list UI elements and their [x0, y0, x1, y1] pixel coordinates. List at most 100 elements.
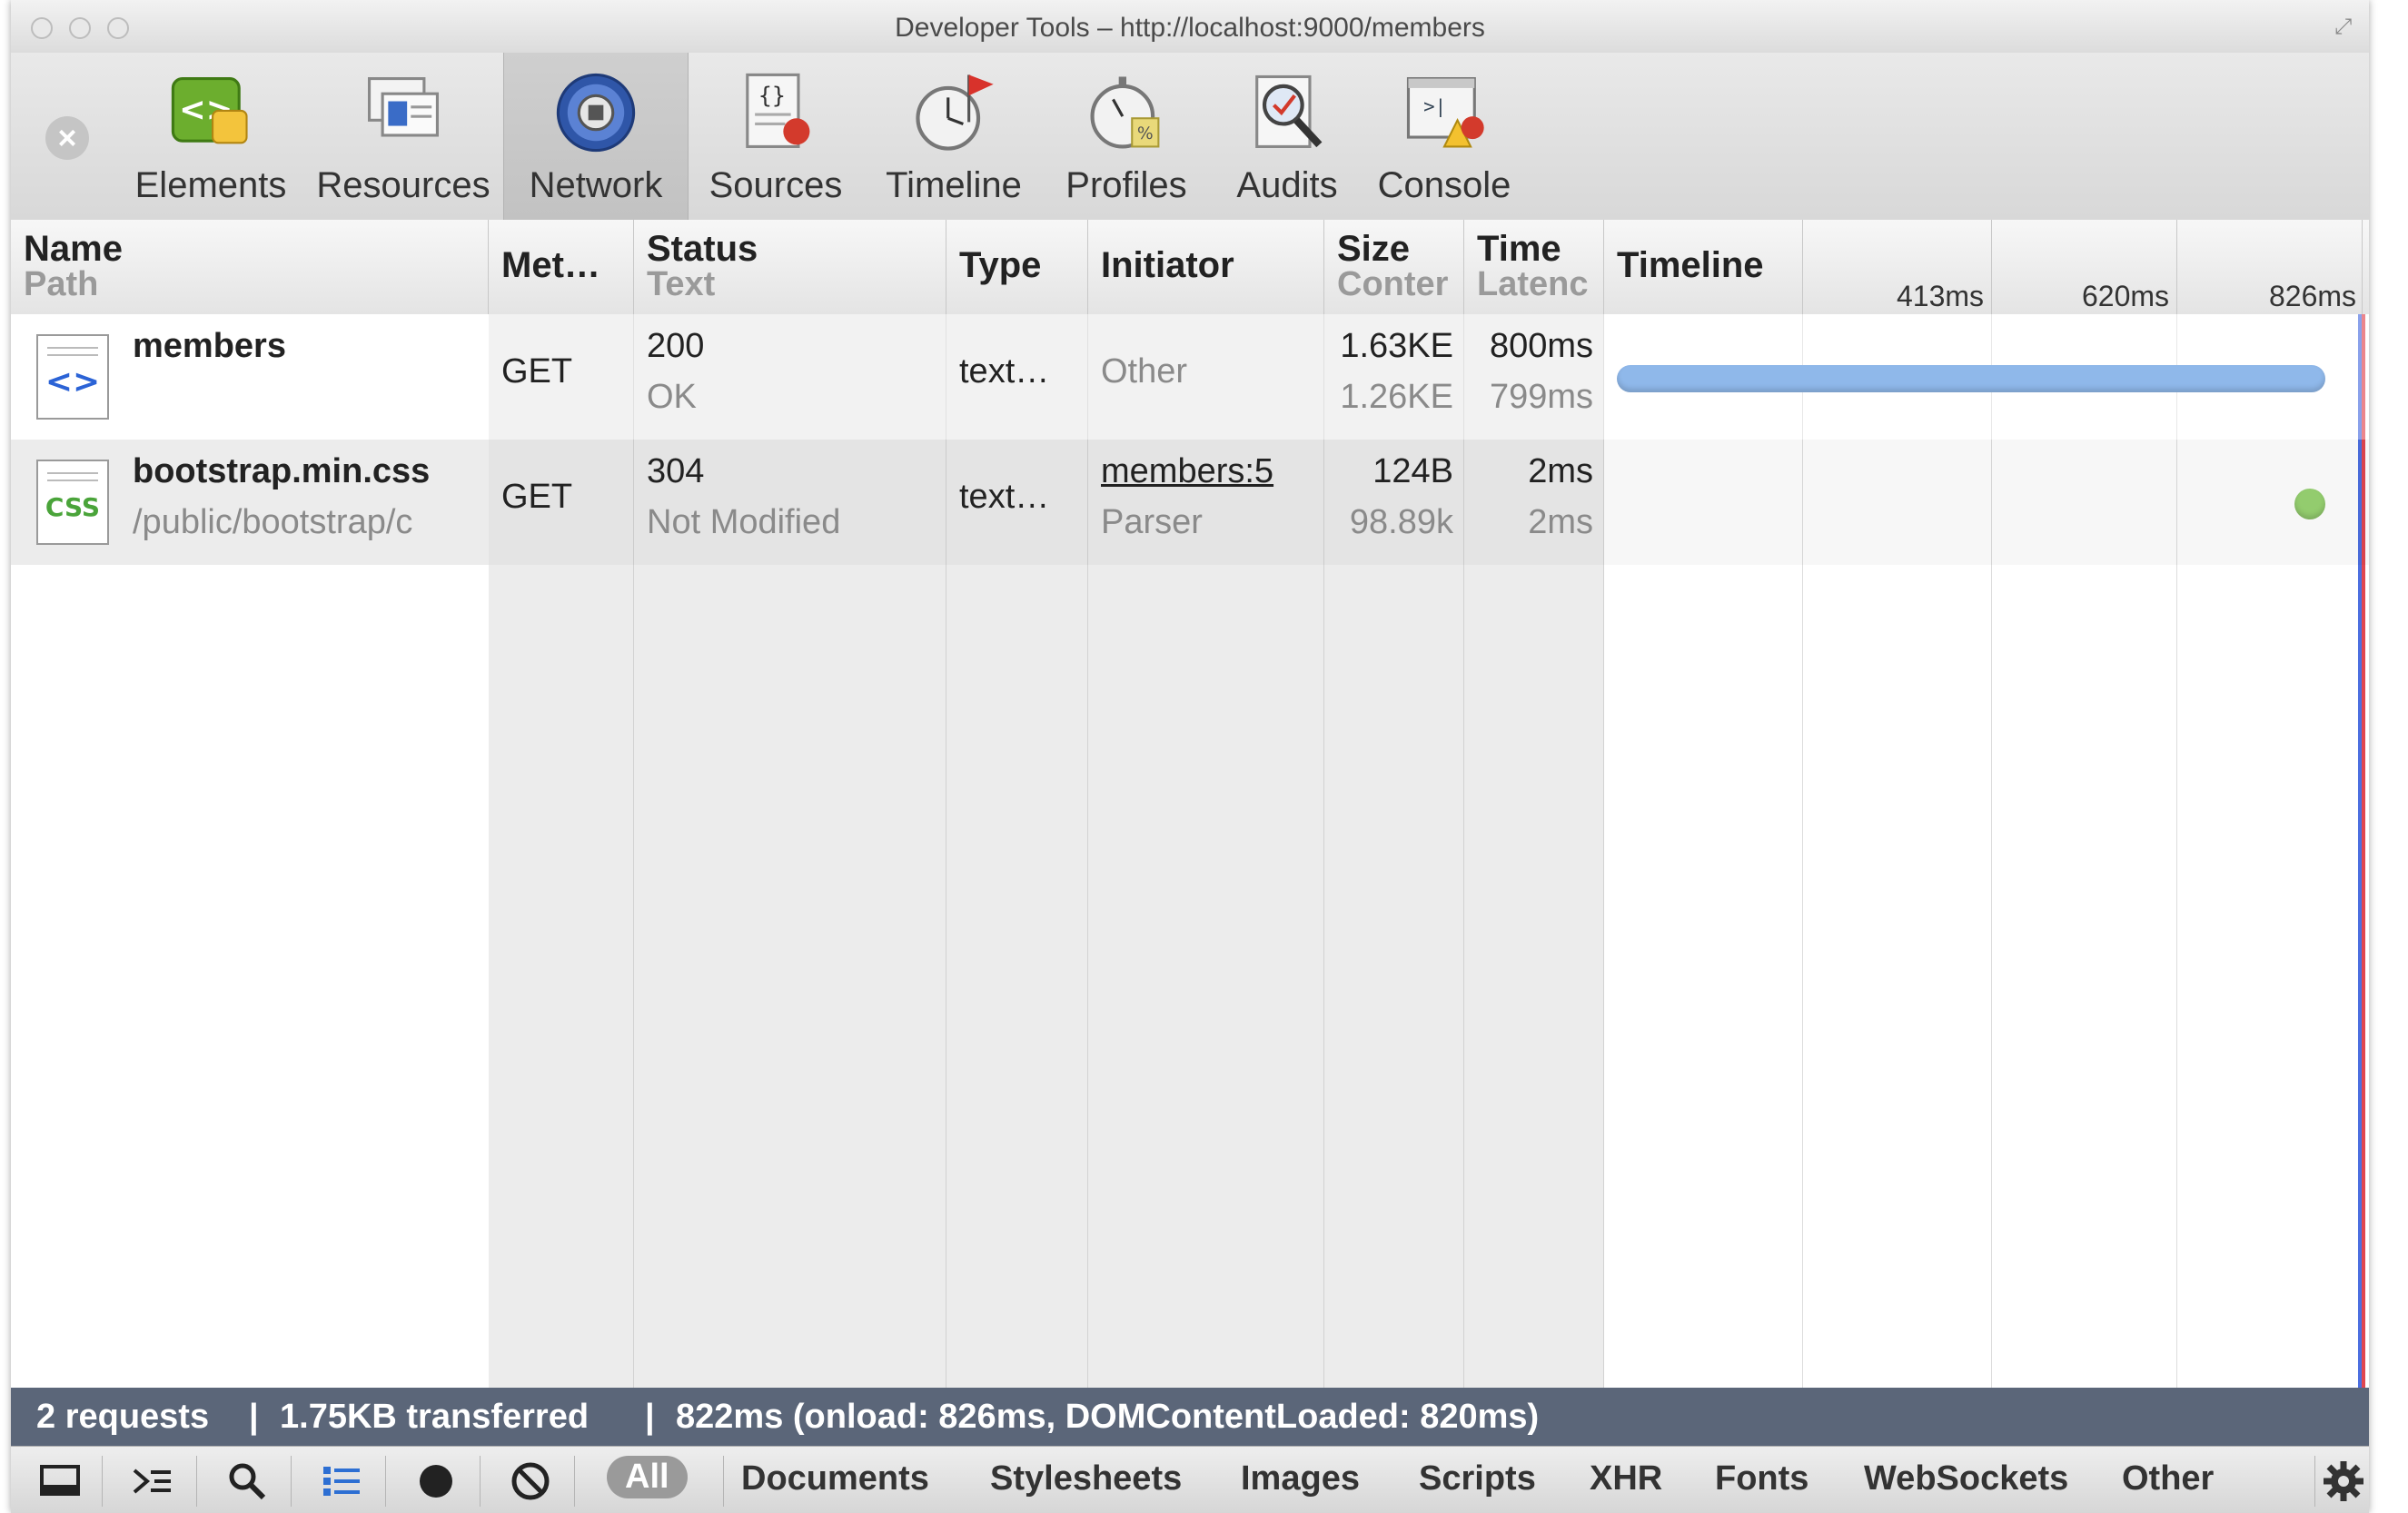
timeline-divider: [2362, 220, 2363, 314]
filter-documents[interactable]: Documents: [741, 1459, 929, 1498]
tab-audits[interactable]: Audits: [1210, 53, 1364, 220]
header-label: Timeline: [1617, 245, 1764, 285]
size-cell: 124B 98.89k: [1324, 440, 1464, 565]
initiator-type: Parser: [1101, 503, 1203, 541]
name-cell: <> members: [11, 314, 489, 440]
initiator-cell: Other: [1088, 314, 1324, 440]
column-header-initiator[interactable]: Initiator: [1088, 220, 1324, 314]
status-cell: 304 Not Modified: [634, 440, 946, 565]
table-row[interactable]: CSS bootstrap.min.css /public/bootstrap/…: [11, 440, 2369, 565]
status-code: 304: [647, 452, 705, 490]
css-file-icon: CSS: [36, 460, 109, 545]
clear-icon[interactable]: [507, 1458, 554, 1505]
timeline-bar[interactable]: [1617, 365, 2325, 392]
filter-other[interactable]: Other: [2122, 1459, 2214, 1498]
close-devtools-button[interactable]: ×: [45, 116, 89, 160]
tab-network[interactable]: Network: [503, 53, 689, 220]
filter-fonts[interactable]: Fonts: [1715, 1459, 1808, 1498]
network-icon: [556, 73, 636, 153]
filter-websockets[interactable]: WebSockets: [1864, 1459, 2068, 1498]
sources-icon: {}: [746, 73, 810, 148]
method-cell: GET: [489, 314, 634, 440]
large-rows-icon[interactable]: [318, 1458, 365, 1505]
tab-resources[interactable]: Resources: [303, 53, 503, 220]
initiator-cell: members:5 Parser: [1088, 440, 1324, 565]
timeline-cell: [1604, 314, 2369, 440]
tab-elements[interactable]: <> Elements: [118, 53, 303, 220]
tab-timeline[interactable]: Timeline: [865, 53, 1043, 220]
timeline-divider: [1802, 220, 1803, 314]
summary-separator: |: [645, 1398, 655, 1436]
type-cell: text…: [946, 314, 1088, 440]
svg-text:>|: >|: [1423, 95, 1446, 118]
column-header-timeline[interactable]: Timeline 413ms 620ms 826ms: [1604, 220, 2369, 314]
status-cell: 200 OK: [634, 314, 946, 440]
tab-console[interactable]: >| Console: [1364, 53, 1524, 220]
toolbar-separator: [2314, 1456, 2315, 1507]
request-time: 800ms: [1489, 327, 1593, 365]
console-drawer-icon[interactable]: [129, 1458, 176, 1505]
svg-text:{}: {}: [758, 83, 786, 109]
toolbar-separator: [480, 1456, 481, 1507]
toolbar-separator: [723, 1456, 724, 1507]
audits-icon: [1255, 74, 1323, 148]
header-label: Status: [647, 229, 758, 269]
size-cell: 1.63KE 1.26KE: [1324, 314, 1464, 440]
header-sublabel: Path: [24, 265, 99, 303]
filter-xhr[interactable]: XHR: [1590, 1459, 1662, 1498]
header-label: Time: [1477, 229, 1561, 269]
status-text: OK: [647, 378, 697, 416]
tab-label: Network: [529, 165, 663, 205]
request-path: /public/bootstrap/c: [133, 503, 413, 541]
request-latency: 799ms: [1489, 378, 1593, 416]
timeline-cell: [1604, 440, 2369, 565]
column-header-method[interactable]: Met…: [489, 220, 634, 314]
status-code: 200: [647, 327, 705, 365]
dock-icon[interactable]: [36, 1458, 84, 1505]
column-header-name[interactable]: Name Path: [11, 220, 489, 314]
tab-label: Console: [1377, 165, 1511, 205]
header-label: Name: [24, 229, 123, 269]
request-method: GET: [501, 352, 573, 391]
bottom-toolbar: All Documents Stylesheets Images Scripts…: [11, 1446, 2369, 1513]
tab-label: Profiles: [1065, 165, 1187, 205]
column-header-size[interactable]: Size Conter: [1324, 220, 1464, 314]
search-icon[interactable]: [223, 1458, 271, 1505]
filter-all[interactable]: All: [607, 1456, 688, 1498]
panel-toolbar: × <> Elements Resources Network {} Sourc…: [11, 53, 2369, 222]
column-header-status[interactable]: Status Text: [634, 220, 946, 314]
column-header-time[interactable]: Time Latenc: [1464, 220, 1604, 314]
elements-icon: <>: [171, 77, 248, 144]
column-header-type[interactable]: Type: [946, 220, 1088, 314]
fullscreen-icon[interactable]: ⤢: [2334, 15, 2358, 39]
request-size: 124B: [1372, 452, 1453, 490]
timeline-tick: 413ms: [1897, 280, 1985, 312]
filter-images[interactable]: Images: [1241, 1459, 1360, 1498]
toolbar-separator: [196, 1456, 197, 1507]
tab-profiles[interactable]: % Profiles: [1043, 53, 1210, 220]
toolbar-separator: [574, 1456, 575, 1507]
filter-stylesheets[interactable]: Stylesheets: [990, 1459, 1182, 1498]
svg-text:%: %: [1137, 124, 1154, 143]
settings-icon[interactable]: [2320, 1458, 2367, 1505]
record-icon[interactable]: [412, 1458, 460, 1505]
status-text: Not Modified: [647, 503, 841, 541]
header-label: Met…: [501, 245, 600, 285]
tab-label: Timeline: [886, 165, 1022, 205]
header-sublabel: Conter: [1337, 265, 1449, 303]
filter-scripts[interactable]: Scripts: [1419, 1459, 1536, 1498]
timeline-icon: [916, 74, 994, 151]
toolbar-separator: [291, 1456, 292, 1507]
load-timing: 822ms (onload: 826ms, DOMContentLoaded: …: [676, 1398, 1540, 1436]
timeline-bar[interactable]: [2294, 489, 2325, 519]
request-name[interactable]: members: [133, 327, 286, 366]
timeline-divider: [2176, 220, 2177, 314]
tab-sources[interactable]: {} Sources: [687, 53, 865, 220]
table-row[interactable]: <> members GET 200 OK text… Other 1.63KE…: [11, 314, 2369, 440]
devtools-window: Developer Tools – http://localhost:9000/…: [11, 0, 2369, 1513]
initiator-link[interactable]: members:5: [1101, 452, 1273, 491]
request-latency: 2ms: [1528, 503, 1593, 541]
method-cell: GET: [489, 440, 634, 565]
request-name[interactable]: bootstrap.min.css: [133, 452, 430, 491]
title-bar: Developer Tools – http://localhost:9000/…: [11, 0, 2369, 54]
